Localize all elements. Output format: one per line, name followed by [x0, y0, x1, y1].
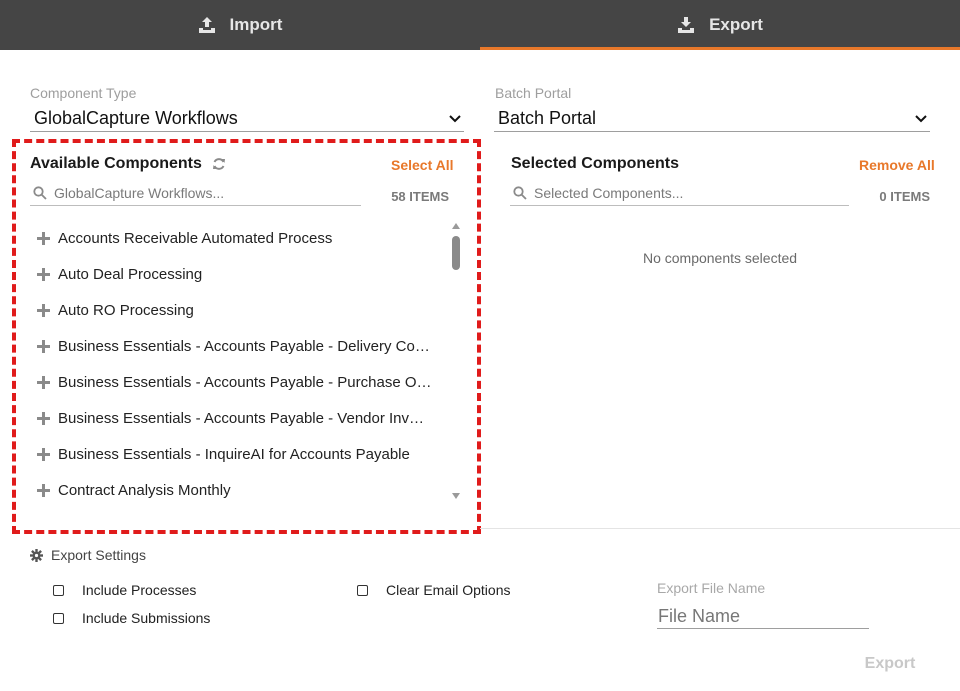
tab-import-label: Import: [229, 15, 283, 34]
selected-components-title: Selected Components: [511, 155, 680, 172]
chevron-down-icon: [915, 114, 927, 122]
tab-export[interactable]: Export: [480, 0, 960, 50]
plus-icon: [37, 447, 50, 461]
list-item[interactable]: Contract Analysis Monthly: [30, 472, 440, 508]
list-item[interactable]: Business Essentials - Accounts Payable -…: [30, 400, 440, 436]
selected-item-count: 0 ITEMS: [879, 189, 930, 204]
component-type-select[interactable]: GlobalCapture Workflows: [30, 106, 464, 132]
list-item[interactable]: Business Essentials - Accounts Payable -…: [30, 364, 440, 400]
component-type-value: GlobalCapture Workflows: [34, 108, 238, 128]
include-processes-checkbox[interactable]: Include Processes: [53, 582, 196, 598]
list-item[interactable]: Business Essentials - Accounts Payable -…: [30, 328, 440, 364]
remove-all-button[interactable]: Remove All: [859, 157, 935, 173]
list-item[interactable]: Business Essentials - InquireAI for Acco…: [30, 436, 440, 472]
batch-portal-select[interactable]: Batch Portal: [494, 106, 930, 132]
scroll-down-arrow-icon[interactable]: [451, 492, 461, 500]
plus-icon: [37, 375, 50, 389]
upload-icon: [198, 17, 215, 33]
list-item-label: Business Essentials - InquireAI for Acco…: [58, 445, 410, 463]
export-button[interactable]: Export: [850, 655, 930, 677]
tab-export-label: Export: [709, 15, 763, 34]
empty-selection-message: No components selected: [642, 250, 798, 266]
batch-portal-label: Batch Portal: [495, 85, 572, 101]
component-type-label: Component Type: [30, 85, 137, 101]
list-item-label: Business Essentials - Accounts Payable -…: [58, 409, 432, 427]
batch-portal-value: Batch Portal: [498, 108, 597, 128]
available-search-input[interactable]: GlobalCapture Workflows...: [30, 180, 361, 206]
checkbox-box[interactable]: [53, 584, 64, 596]
plus-icon: [37, 267, 50, 281]
chevron-down-icon: [449, 114, 461, 122]
export-file-name-label: Export File Name: [657, 580, 766, 596]
available-components-title-text: Available Components: [30, 155, 202, 172]
plus-icon: [37, 483, 50, 497]
include-processes-label: Include Processes: [82, 582, 197, 598]
list-item-label: Accounts Receivable Automated Process: [58, 229, 333, 247]
list-item-label: Business Essentials - Accounts Payable -…: [58, 337, 430, 355]
plus-icon: [37, 303, 50, 317]
scrollbar-thumb[interactable]: [452, 236, 460, 270]
download-icon: [678, 17, 695, 33]
available-list-scrollbar[interactable]: [450, 222, 462, 500]
include-submissions-checkbox[interactable]: Include Submissions: [53, 610, 210, 626]
export-settings-label: Export Settings: [51, 547, 146, 563]
export-file-name-input[interactable]: [657, 605, 869, 629]
scroll-up-arrow-icon[interactable]: [451, 222, 461, 230]
plus-icon: [37, 339, 50, 353]
selected-search-input[interactable]: Selected Components...: [510, 180, 849, 206]
gear-icon: [30, 548, 43, 562]
checkbox-box[interactable]: [357, 584, 368, 596]
search-icon: [513, 185, 527, 200]
selected-search-placeholder: Selected Components...: [534, 184, 684, 201]
list-item[interactable]: Auto RO Processing: [30, 292, 440, 328]
refresh-icon[interactable]: [212, 157, 226, 171]
plus-icon: [37, 231, 50, 245]
select-all-button[interactable]: Select All: [391, 157, 454, 173]
top-tab-bar: Import Export: [0, 0, 960, 50]
tab-import[interactable]: Import: [0, 0, 480, 50]
list-item[interactable]: Auto Deal Processing: [30, 256, 440, 292]
export-settings-title: Export Settings: [30, 547, 146, 563]
available-components-title: Available Components: [30, 155, 226, 173]
list-item-label: Auto RO Processing: [58, 301, 194, 319]
search-icon: [33, 185, 47, 200]
available-item-count: 58 ITEMS: [391, 189, 449, 204]
clear-email-options-label: Clear Email Options: [386, 582, 511, 598]
available-search-placeholder: GlobalCapture Workflows...: [54, 184, 225, 201]
checkbox-box[interactable]: [53, 612, 64, 624]
plus-icon: [37, 411, 50, 425]
available-components-list: Accounts Receivable Automated Process Au…: [30, 220, 440, 508]
list-item[interactable]: Accounts Receivable Automated Process: [30, 220, 440, 256]
include-submissions-label: Include Submissions: [82, 610, 211, 626]
list-item-label: Contract Analysis Monthly: [58, 481, 231, 499]
section-divider: [480, 528, 960, 529]
list-item-label: Business Essentials - Accounts Payable -…: [58, 373, 432, 391]
clear-email-options-checkbox[interactable]: Clear Email Options: [357, 582, 511, 598]
list-item-label: Auto Deal Processing: [58, 265, 203, 283]
